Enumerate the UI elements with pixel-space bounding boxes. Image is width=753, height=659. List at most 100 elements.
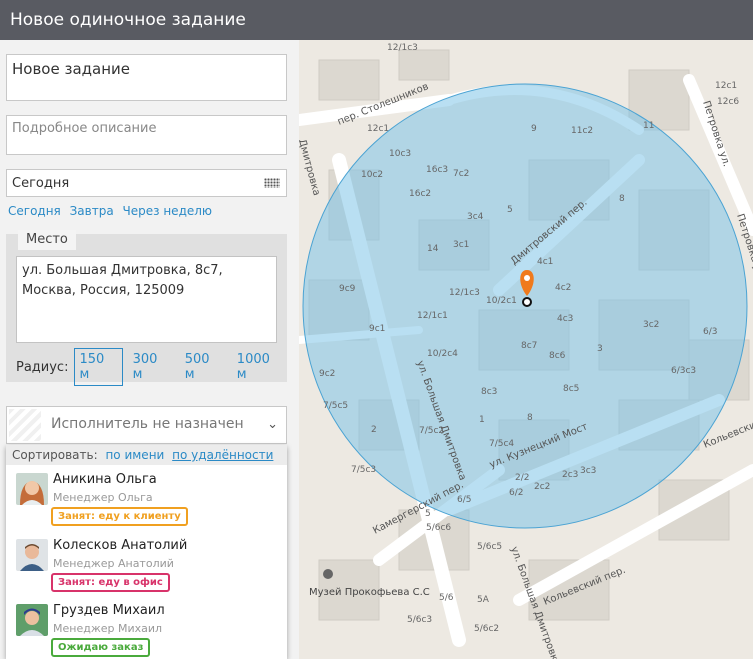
building-label: 8с7	[521, 341, 537, 351]
avatar	[16, 473, 48, 505]
assignee-placeholder-avatar	[9, 409, 41, 441]
building-label: 10/2с1	[486, 296, 517, 306]
assignee-placeholder: Исполнитель не назначен	[51, 416, 244, 432]
sort-by-distance[interactable]: по удалённости	[172, 448, 273, 462]
sort-label: Сортировать:	[12, 448, 98, 462]
building-label: 8с5	[563, 384, 579, 394]
building-label: 8с3	[481, 387, 497, 397]
radius-option-150[interactable]: 150 м	[74, 348, 123, 386]
address-input[interactable]: ул. Большая Дмитровка, 8с7, Москва, Росс…	[16, 256, 277, 343]
building-label: 12/1с1	[417, 311, 448, 321]
building-label: 5/6с6	[426, 523, 451, 533]
quick-date-tomorrow[interactable]: Завтра	[70, 204, 114, 218]
sort-by-name[interactable]: по имени	[105, 448, 164, 462]
building-label: 4с3	[557, 314, 573, 324]
radius-option-1000[interactable]: 1000 м	[233, 349, 287, 385]
building-label: 2	[371, 425, 377, 435]
building-label: 10с3	[389, 149, 411, 159]
building-label: 12/1с3	[387, 43, 418, 53]
building-label: 5/6с5	[477, 542, 502, 552]
assignee-item[interactable]: Груздев Михаил Менеджер Михаил Ожидаю за…	[6, 598, 287, 659]
task-title-input[interactable]: Новое задание	[6, 54, 287, 101]
building-label: 9с1	[369, 324, 385, 334]
building-label: 6/3	[703, 327, 717, 337]
radius-option-500[interactable]: 500 м	[181, 349, 227, 385]
building-label: 5	[507, 205, 513, 215]
building-label: 8	[527, 413, 533, 423]
building-label: 7/5с5	[323, 401, 348, 411]
task-description-input[interactable]: Подробное описание	[6, 115, 287, 155]
building-label: 11	[643, 121, 654, 131]
assignee-dropdown: Сортировать: по имени по удалённости Ани…	[6, 445, 287, 659]
building-label: 11с2	[571, 126, 593, 136]
avatar	[16, 539, 48, 571]
sort-bar: Сортировать: по имени по удалённости	[6, 445, 287, 465]
date-value: Сегодня	[12, 176, 70, 191]
building-label: 6/5	[457, 495, 471, 505]
building-label: 4с2	[555, 283, 571, 293]
quick-dates: Сегодня Завтра Через неделю	[8, 204, 217, 218]
building-label: 6/2	[509, 488, 523, 498]
quick-date-next-week[interactable]: Через неделю	[123, 204, 212, 218]
building-label: 8с6	[549, 351, 566, 361]
building-label: 16с3	[426, 165, 448, 175]
map-canvas[interactable]: пер. Столешников Дмитровка Дмитровский п…	[299, 40, 753, 659]
building-label: 4с1	[537, 257, 553, 267]
building-label: 3с2	[643, 320, 659, 330]
page-header: Новое одиночное задание	[0, 0, 753, 40]
assignee-role: Менеджер Анатолий	[53, 557, 174, 570]
status-badge: Ожидаю заказ	[51, 638, 151, 657]
assignee-select[interactable]: Исполнитель не назначен ⌄	[6, 406, 287, 444]
building-label: 2/2	[515, 473, 529, 483]
building-label: 3с4	[467, 212, 484, 222]
building-label: 5/6	[439, 593, 454, 603]
date-input[interactable]: Сегодня	[6, 169, 287, 197]
building-label: 3с3	[580, 466, 596, 476]
building-label: 7с2	[453, 169, 469, 179]
assignee-name: Аникина Ольга	[53, 472, 157, 487]
museum-icon	[323, 569, 333, 579]
page-title: Новое одиночное задание	[10, 10, 246, 30]
building-label: 5/6с3	[407, 615, 432, 625]
building-label: 9с2	[319, 369, 335, 379]
status-badge: Занят: еду к клиенту	[51, 507, 188, 526]
building-label: 1	[479, 415, 485, 425]
place-panel: Место ул. Большая Дмитровка, 8с7, Москва…	[6, 230, 287, 386]
radius-option-300[interactable]: 300 м	[129, 349, 175, 385]
assignee-item[interactable]: Аникина Ольга Менеджер Ольга Занят: еду …	[6, 467, 287, 533]
assignee-role: Менеджер Ольга	[53, 491, 153, 504]
building-label: 12/1с3	[449, 288, 480, 298]
building-label: 7/5с3	[351, 465, 376, 475]
building-label: 7/5с4	[489, 439, 514, 449]
building-label: 8	[619, 194, 625, 204]
building-label: 9	[531, 124, 537, 134]
chevron-down-icon[interactable]: ⌄	[267, 417, 278, 432]
building-label: 9с9	[339, 284, 356, 294]
building-label: 5А	[477, 595, 490, 605]
building-label: 2с2	[534, 482, 550, 492]
place-label: Место	[18, 230, 76, 250]
assignee-name: Колесков Анатолий	[53, 538, 188, 553]
calendar-icon[interactable]	[264, 178, 280, 188]
assignee-role: Менеджер Михаил	[53, 622, 163, 635]
status-badge: Занят: еду в офис	[51, 573, 170, 592]
poi-label: Музей Прокофьева С.С	[309, 587, 430, 598]
radius-label: Радиус:	[16, 359, 69, 375]
building-label: 3	[597, 344, 603, 354]
building-label: 3с1	[453, 240, 469, 250]
building-label: 7/5с2	[419, 426, 444, 436]
building-label: 12с1	[367, 124, 389, 134]
map-view[interactable]: пер. Столешников Дмитровка Дмитровский п…	[299, 40, 753, 659]
building-label: 2с3	[562, 470, 578, 480]
avatar	[16, 604, 48, 636]
building-label: 10/2с4	[427, 349, 458, 359]
building-label: 5	[425, 509, 431, 519]
assignee-item[interactable]: Колесков Анатолий Менеджер Анатолий Заня…	[6, 533, 287, 599]
building-label: 5/6с2	[474, 624, 499, 634]
map-marker[interactable]	[520, 270, 534, 307]
radius-row: Радиус: 150 м 300 м 500 м 1000 м	[16, 348, 287, 386]
building-label: 16с2	[409, 189, 431, 199]
building-label: 12с6	[717, 97, 739, 107]
quick-date-today[interactable]: Сегодня	[8, 204, 61, 218]
task-form-panel: Новое задание Подробное описание Сегодня…	[0, 40, 299, 659]
